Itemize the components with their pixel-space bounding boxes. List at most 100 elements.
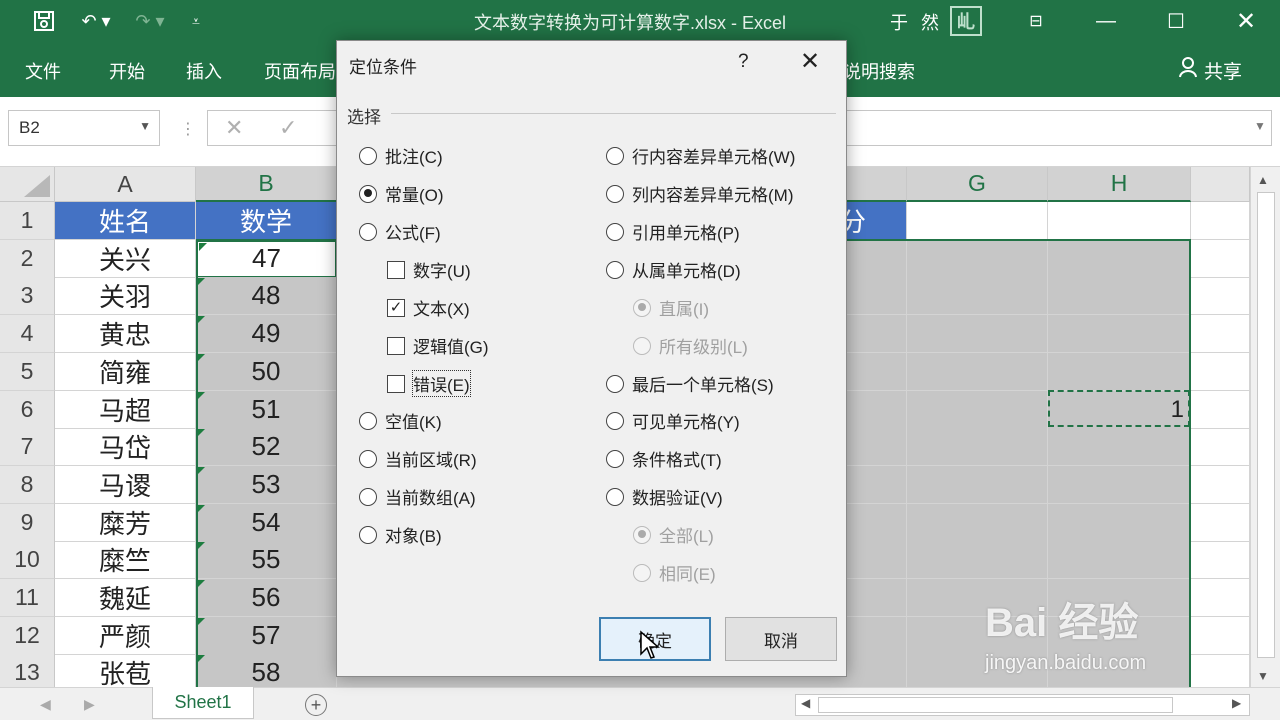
selected-cell[interactable] <box>1048 428 1191 467</box>
name-cell[interactable]: 糜芳 <box>55 503 196 542</box>
cancel-entry-icon[interactable]: ✕ <box>225 115 243 141</box>
math-cell[interactable]: 56 <box>196 579 337 617</box>
row-header[interactable]: 9 <box>0 503 55 542</box>
math-cell[interactable]: 51 <box>196 390 337 429</box>
radio-right-9[interactable]: 数据验证(V) <box>606 484 723 509</box>
share-button[interactable]: 共享 <box>1178 56 1242 84</box>
empty-cell[interactable] <box>1191 541 1250 580</box>
row-header[interactable]: 7 <box>0 428 55 467</box>
tab-insert[interactable]: 插入 <box>186 58 222 84</box>
radio-left-10[interactable]: 对象(B) <box>359 522 442 547</box>
expand-formula-bar-icon[interactable]: ▼ <box>1254 119 1266 133</box>
math-cell[interactable]: 58 <box>196 654 337 687</box>
row-header[interactable]: 6 <box>0 390 55 429</box>
row-header[interactable]: 11 <box>0 579 55 617</box>
row-header[interactable]: 13 <box>0 654 55 687</box>
name-cell[interactable]: 马岱 <box>55 428 196 467</box>
empty-cell[interactable] <box>1191 390 1250 429</box>
sheet-tab-sheet1[interactable]: Sheet1 <box>152 687 254 719</box>
maximize-icon[interactable]: ☐ <box>1156 6 1196 36</box>
row-header[interactable]: 5 <box>0 352 55 391</box>
selected-cell[interactable] <box>907 239 1048 278</box>
empty-cell[interactable] <box>1191 315 1250 354</box>
radio-left-7[interactable]: 空值(K) <box>359 408 442 433</box>
name-cell[interactable]: 关兴 <box>55 239 196 278</box>
name-cell[interactable]: 简雍 <box>55 352 196 391</box>
checkbox-left-5[interactable]: 逻辑值(G) <box>387 333 489 358</box>
header-cell-math[interactable]: 数学 <box>196 202 337 240</box>
name-cell[interactable]: 严颜 <box>55 616 196 655</box>
column-header-g[interactable]: G <box>907 167 1048 202</box>
help-icon[interactable]: ? <box>738 51 749 73</box>
name-box[interactable]: B2 ▼ <box>8 110 160 146</box>
row-header[interactable]: 3 <box>0 277 55 316</box>
radio-icon[interactable] <box>359 146 377 165</box>
tab-page-layout[interactable]: 页面布局 <box>264 58 336 84</box>
column-header-h[interactable]: H <box>1048 167 1191 202</box>
next-sheet-icon[interactable]: ▶ <box>84 696 95 713</box>
scroll-up-icon[interactable]: ▲ <box>1257 173 1269 187</box>
math-cell[interactable]: 53 <box>196 465 337 504</box>
selected-cell[interactable] <box>907 315 1048 354</box>
minimize-icon[interactable]: — <box>1086 6 1126 36</box>
name-cell[interactable]: 关羽 <box>55 277 196 316</box>
select-all-corner[interactable] <box>0 167 55 202</box>
add-sheet-icon[interactable]: + <box>305 694 327 716</box>
selected-cell[interactable] <box>907 277 1048 316</box>
customize-icon[interactable]: ⩡ <box>186 8 206 34</box>
tab-file[interactable]: 文件 <box>25 58 61 84</box>
radio-icon[interactable] <box>606 487 624 506</box>
radio-icon[interactable] <box>359 487 377 506</box>
math-cell[interactable]: 54 <box>196 503 337 542</box>
empty-cell[interactable] <box>1191 202 1250 240</box>
prev-sheet-icon[interactable]: ◀ <box>40 696 51 713</box>
radio-icon[interactable] <box>606 260 624 279</box>
checkbox-icon[interactable] <box>387 260 405 279</box>
radio-left-2[interactable]: 公式(F) <box>359 219 441 244</box>
column-header-b[interactable]: B <box>196 167 337 202</box>
radio-icon[interactable] <box>606 449 624 468</box>
undo-icon[interactable]: ↶ ▾ <box>74 8 118 34</box>
row-header[interactable]: 8 <box>0 465 55 504</box>
vertical-scrollbar[interactable]: ▲ ▼ <box>1250 167 1280 687</box>
tab-home[interactable]: 开始 <box>109 58 145 84</box>
selected-cell[interactable] <box>907 390 1048 429</box>
close-icon[interactable]: ✕ <box>1226 6 1266 36</box>
empty-cell[interactable] <box>1191 277 1250 316</box>
name-cell[interactable]: 张苞 <box>55 654 196 687</box>
radio-icon[interactable] <box>606 222 624 241</box>
empty-cell[interactable] <box>1191 503 1250 542</box>
scroll-left-icon[interactable]: ◀ <box>801 696 810 710</box>
column-header-i[interactable] <box>1191 167 1250 202</box>
selected-cell[interactable] <box>1048 239 1191 278</box>
empty-cell[interactable] <box>1048 202 1191 240</box>
selected-cell[interactable] <box>1048 277 1191 316</box>
radio-right-2[interactable]: 引用单元格(P) <box>606 219 740 244</box>
active-cell[interactable]: 47 <box>196 239 337 278</box>
checkbox-left-4[interactable]: ✓ 文本(X) <box>387 295 470 320</box>
name-cell[interactable]: 马谡 <box>55 465 196 504</box>
empty-cell[interactable] <box>907 202 1048 240</box>
math-cell[interactable]: 55 <box>196 541 337 580</box>
radio-icon[interactable] <box>606 184 624 203</box>
confirm-entry-icon[interactable]: ✓ <box>279 115 297 141</box>
radio-left-8[interactable]: 当前区域(R) <box>359 446 477 471</box>
cancel-button[interactable]: 取消 <box>725 617 837 661</box>
selected-cell[interactable] <box>907 428 1048 467</box>
ribbon-display-icon[interactable]: ⊟ <box>1016 6 1056 36</box>
row-header[interactable]: 1 <box>0 202 55 240</box>
radio-icon[interactable] <box>359 449 377 468</box>
radio-right-6[interactable]: 最后一个单元格(S) <box>606 371 774 396</box>
radio-left-0[interactable]: 批注(C) <box>359 143 443 168</box>
radio-left-9[interactable]: 当前数组(A) <box>359 484 476 509</box>
row-header[interactable]: 2 <box>0 239 55 278</box>
checkbox-left-3[interactable]: 数字(U) <box>387 257 471 282</box>
radio-right-7[interactable]: 可见单元格(Y) <box>606 408 740 433</box>
empty-cell[interactable] <box>1191 465 1250 504</box>
user-badge[interactable]: 乢 <box>950 6 982 36</box>
selected-cell[interactable] <box>907 541 1048 580</box>
math-cell[interactable]: 48 <box>196 277 337 316</box>
checkbox-icon[interactable] <box>387 374 405 393</box>
math-cell[interactable]: 52 <box>196 428 337 467</box>
selected-cell[interactable] <box>907 352 1048 391</box>
